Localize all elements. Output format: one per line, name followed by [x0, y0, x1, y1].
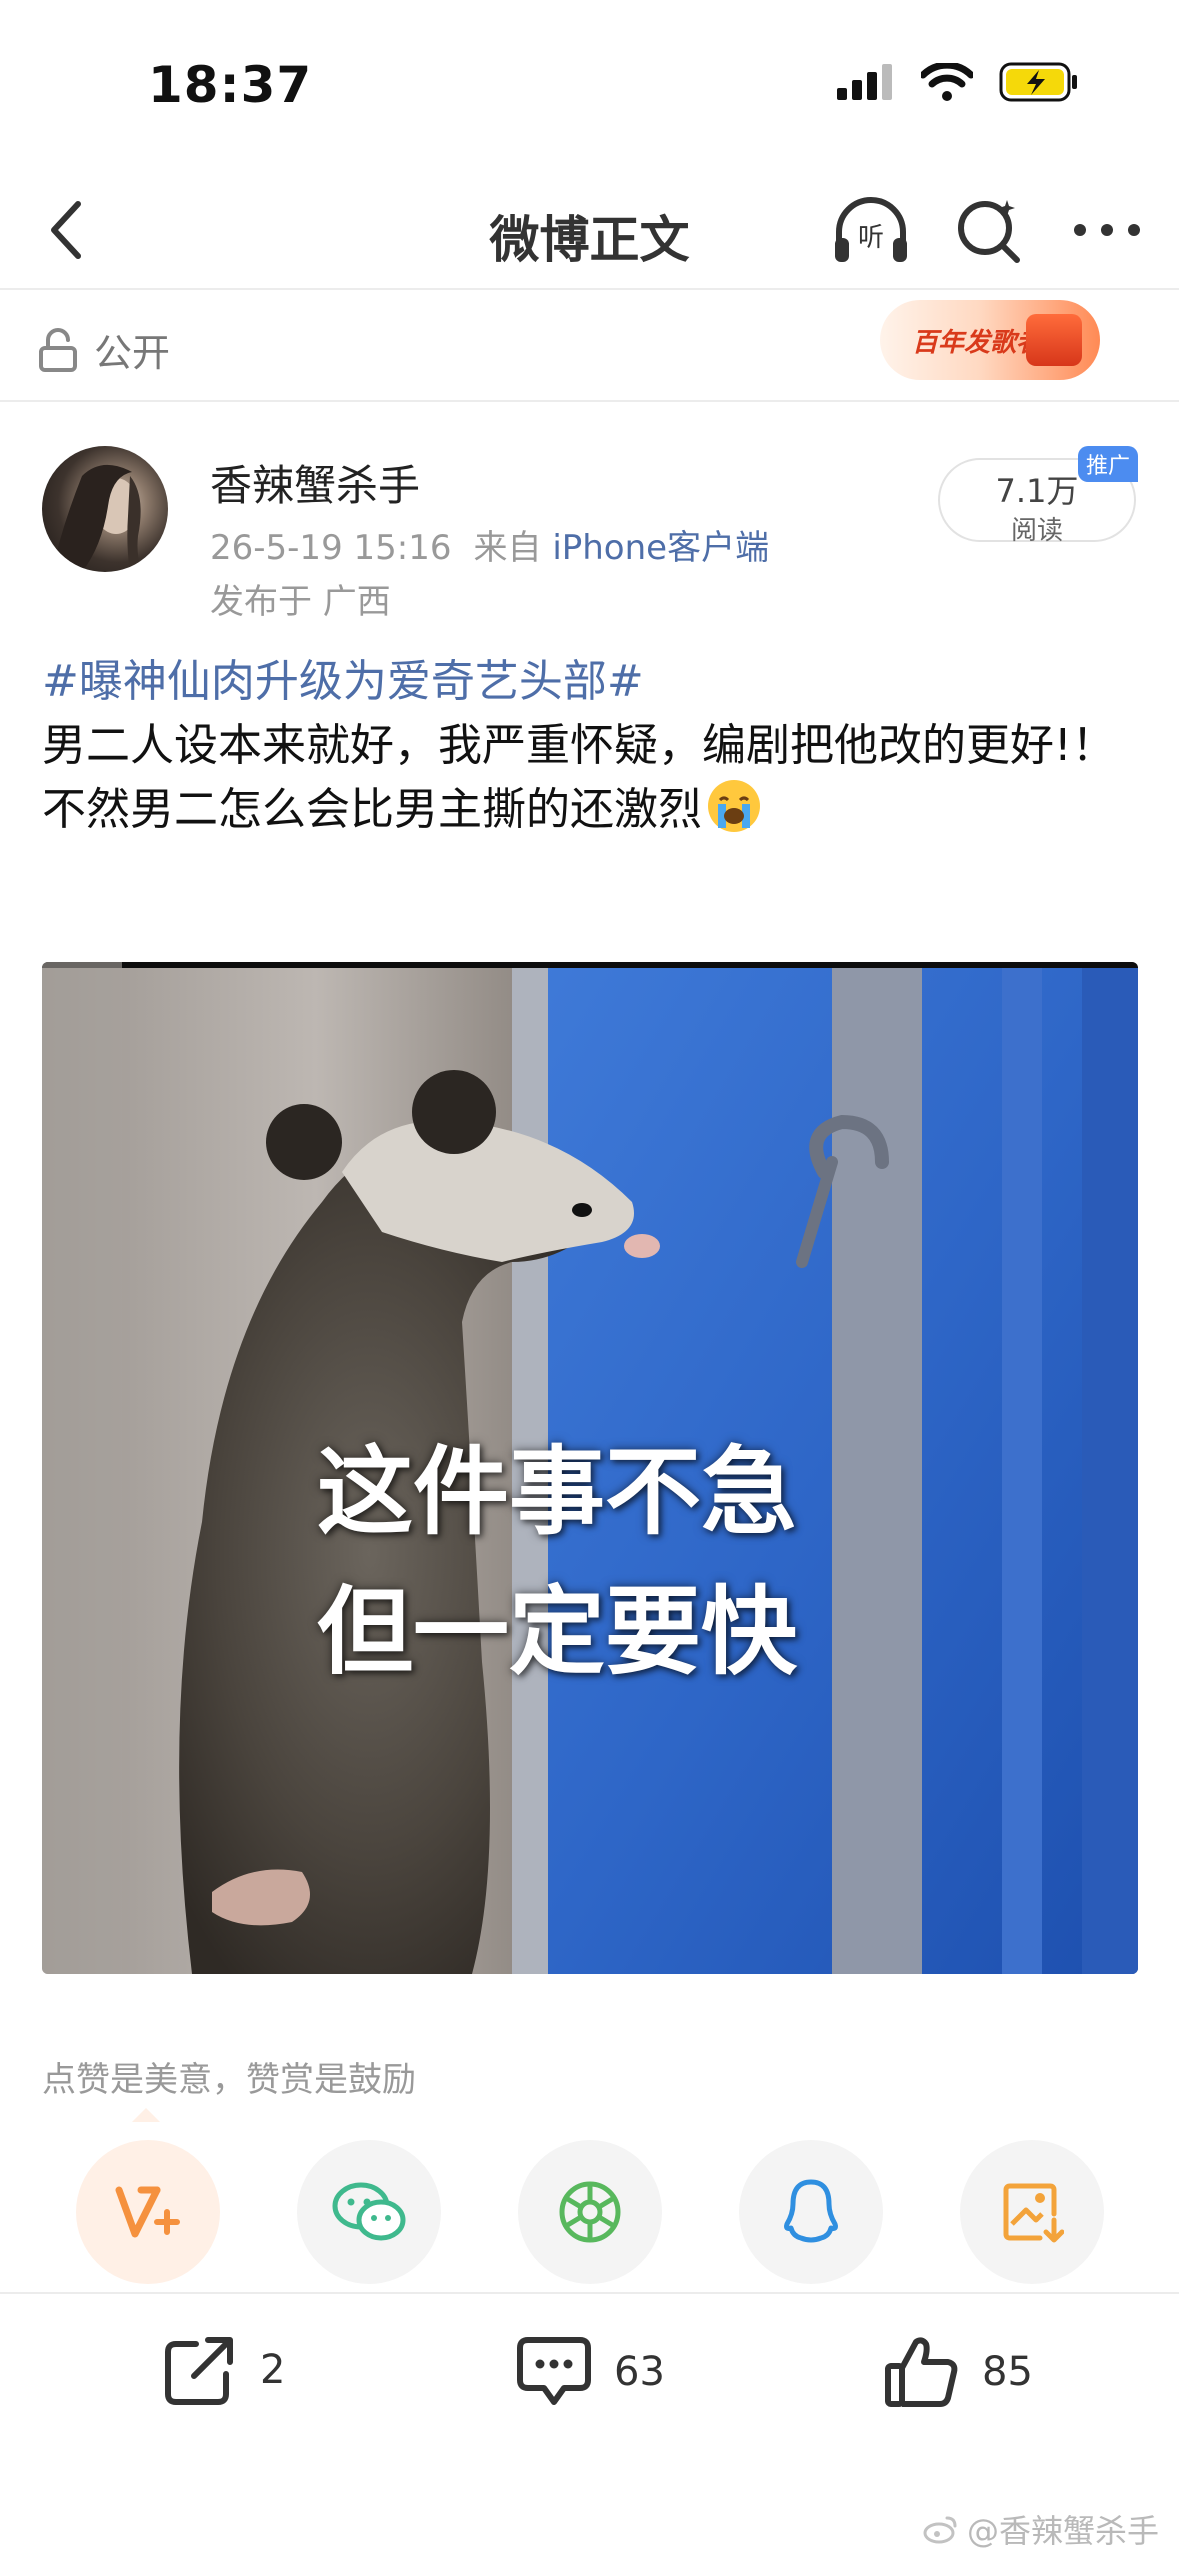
more-dots-icon — [1074, 224, 1140, 236]
share-row — [0, 2140, 1179, 2286]
weibo-logo-icon — [923, 2516, 957, 2544]
comment-bubble-icon — [517, 2337, 591, 2405]
qq-penguin-icon — [784, 2179, 838, 2243]
share-moments-button[interactable] — [518, 2140, 662, 2284]
save-image-button[interactable] — [960, 2140, 1104, 2284]
post-text-line: 男二人设本来就好，我严重怀疑，编剧把他改的更好!！ — [42, 720, 1116, 771]
status-bar: 18:37 — [0, 0, 1179, 170]
more-button[interactable] — [1065, 188, 1149, 272]
post-text-line: 不然男二怎么会比男主撕的还激烈 — [42, 784, 702, 835]
appreciation-hint: 点赞是美意，赞赏是鼓励 — [42, 2060, 416, 2100]
share-wechat-button[interactable] — [297, 2140, 441, 2284]
back-button[interactable] — [26, 190, 106, 270]
chevron-left-icon — [51, 201, 81, 259]
search-button[interactable] — [947, 188, 1031, 272]
listen-label: 听 — [858, 223, 884, 253]
post-text: #曝神仙肉升级为爱奇艺头部# 男二人设本来就好，我严重怀疑，编剧把他改的更好!！… — [42, 650, 1142, 842]
promote-tag: 推广 — [1077, 446, 1138, 482]
search-icon — [958, 200, 1020, 263]
cellular-signal-icon — [837, 64, 892, 100]
lock-open-icon — [39, 327, 77, 372]
share-qq-button[interactable] — [739, 2140, 883, 2284]
action-bar: 2 63 85 — [0, 2292, 1179, 2456]
battery-charging-icon — [999, 62, 1077, 102]
post-meta: 26-5-19 15:16 来自 iPhone客户端 — [210, 520, 769, 569]
crying-face-emoji-icon — [708, 780, 760, 832]
post-date: 26-5-19 15:16 — [210, 528, 452, 568]
comment-count: 63 — [614, 2349, 665, 2395]
thumbs-up-icon — [885, 2337, 958, 2407]
repost-icon — [165, 2337, 233, 2405]
visibility-indicator[interactable]: 公开 — [38, 322, 170, 377]
visibility-row: 公开 百年发歌者 — [0, 292, 1179, 402]
wechat-icon — [332, 2182, 406, 2241]
avatar[interactable] — [42, 446, 168, 572]
weibo-watermark: @香辣蟹杀手 — [923, 2506, 1159, 2552]
source-client[interactable]: iPhone客户端 — [552, 528, 769, 568]
post-image[interactable]: 这件事不急 但一定要快 — [42, 962, 1138, 1974]
status-icons — [837, 62, 1079, 102]
wifi-icon — [921, 63, 973, 101]
avatar-image — [52, 464, 142, 572]
reward-button[interactable] — [76, 2140, 220, 2284]
meme-caption: 这件事不急 但一定要快 — [317, 1422, 797, 1702]
status-time: 18:37 — [148, 56, 313, 114]
meme-caption-line: 这件事不急 — [317, 1436, 797, 1548]
meme-caption-line: 但一定要快 — [317, 1576, 797, 1688]
save-image-icon — [1003, 2183, 1064, 2243]
read-label: 阅读 — [1010, 516, 1063, 546]
nav-bar: 微博正文 听 — [0, 170, 1179, 290]
promo-banner-graphic — [1026, 314, 1082, 366]
promo-banner[interactable]: 百年发歌者 — [880, 300, 1100, 380]
visibility-label: 公开 — [94, 331, 171, 375]
listen-button[interactable]: 听 — [829, 188, 913, 272]
watermark-text: @香辣蟹杀手 — [966, 2512, 1159, 2550]
hint-pointer — [132, 2108, 160, 2122]
post-location: 发布于 广西 — [210, 582, 391, 622]
author-name[interactable]: 香辣蟹杀手 — [210, 452, 420, 513]
source-prefix: 来自 — [473, 528, 542, 568]
read-count-badge[interactable]: 7.1万 阅读 推广 — [938, 446, 1138, 546]
hashtag-link[interactable]: #曝神仙肉升级为爱奇艺头部# — [42, 650, 1142, 714]
repost-button[interactable]: 2 — [160, 2334, 285, 2406]
nav-actions: 听 — [829, 188, 1149, 272]
comment-button[interactable]: 63 — [514, 2334, 665, 2410]
repost-count: 2 — [260, 2347, 286, 2393]
reward-v-plus-icon — [115, 2186, 180, 2238]
like-button[interactable]: 85 — [882, 2334, 1033, 2410]
moments-aperture-icon — [559, 2181, 621, 2243]
headphones-icon: 听 — [835, 197, 907, 262]
promo-banner-text: 百年发歌者 — [912, 327, 1043, 358]
like-count: 85 — [982, 2349, 1033, 2395]
